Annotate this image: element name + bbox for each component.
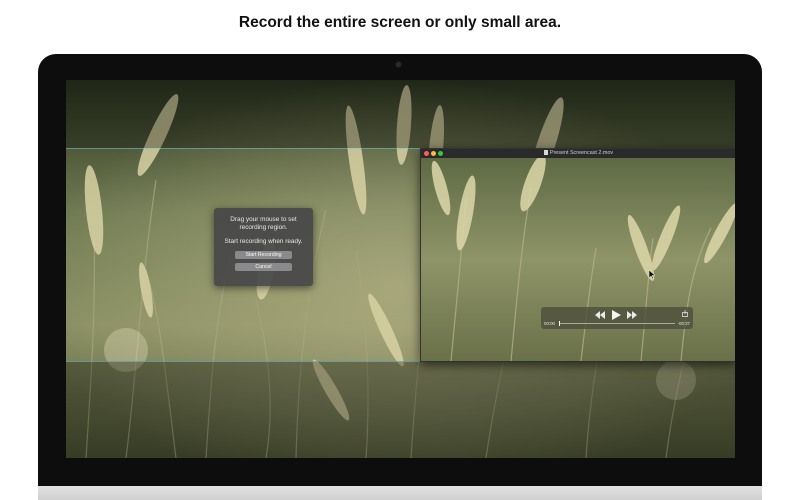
mouse-cursor-icon (649, 270, 655, 279)
minimize-window-button[interactable] (431, 151, 436, 156)
remaining-time: -00:37 (677, 321, 690, 326)
cancel-button[interactable]: Cancel (235, 263, 292, 271)
recording-region-dialog: Drag your mouse to set recording region.… (214, 208, 313, 286)
video-player-window: Present Screencast 2.mov 00:00 -00:37 (420, 148, 735, 362)
dimmed-area-bottom (66, 361, 735, 458)
zoom-window-button[interactable] (438, 151, 443, 156)
document-icon (543, 150, 548, 155)
dimmed-area-top (66, 80, 735, 148)
start-recording-button[interactable]: Start Recording (235, 251, 292, 259)
imac-frame: Drag your mouse to set recording region.… (38, 54, 762, 500)
player-titlebar[interactable]: Present Screencast 2.mov (421, 149, 735, 158)
rewind-icon[interactable] (595, 311, 606, 319)
playback-controls: 00:00 -00:37 (541, 307, 693, 329)
dialog-message-line2: recording region. (239, 224, 288, 231)
dialog-message-line1: Drag your mouse to set (230, 216, 297, 223)
page-headline: Record the entire screen or only small a… (238, 14, 562, 31)
player-title: Present Screencast 2.mov (549, 150, 614, 156)
elapsed-time: 00:00 (544, 321, 555, 326)
imac-chin (38, 486, 762, 500)
desktop-screen: Drag your mouse to set recording region.… (66, 80, 735, 458)
dialog-message-line3: Start recording when ready. (224, 238, 303, 245)
video-frame (421, 158, 735, 361)
share-icon[interactable] (682, 310, 688, 317)
scrub-handle[interactable] (559, 321, 560, 326)
close-window-button[interactable] (424, 151, 429, 156)
fast-forward-icon[interactable] (627, 311, 638, 319)
camera-dot (396, 62, 401, 67)
play-icon[interactable] (612, 310, 621, 320)
scrub-track[interactable] (559, 323, 675, 324)
